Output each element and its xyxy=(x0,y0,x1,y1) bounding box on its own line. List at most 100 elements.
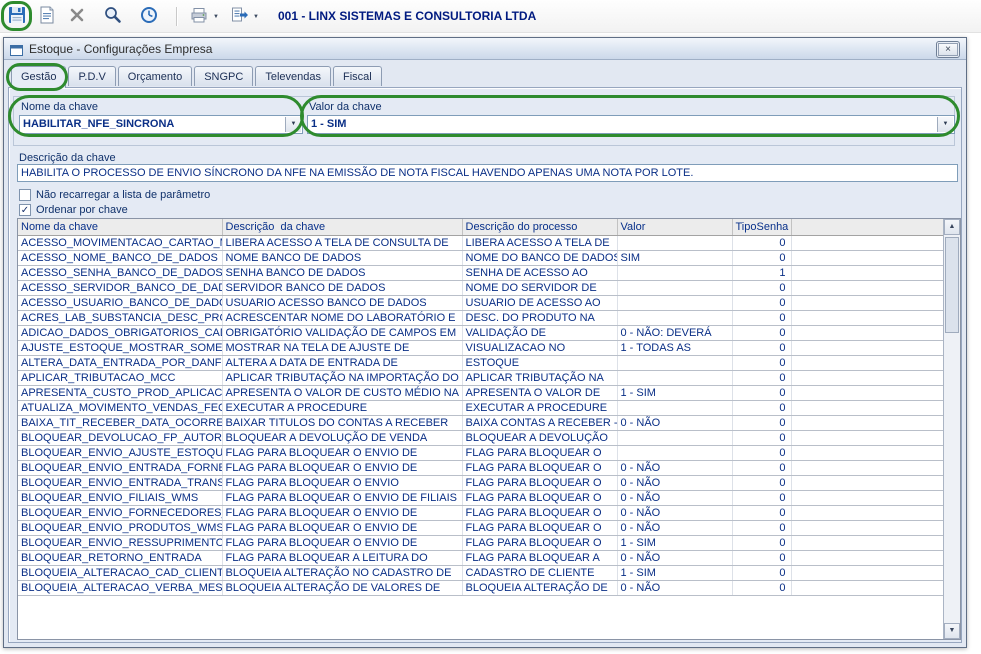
print-button[interactable] xyxy=(186,4,212,30)
cell: ACESSO_SERVIDOR_BANCO_DE_DAD xyxy=(18,280,223,296)
table-row[interactable]: ACESSO_USUARIO_BANCO_DE_DADC USUARIO ACES… xyxy=(18,295,943,311)
table-row[interactable]: ACESSO_MOVIMENTACAO_CARTAO_M LIBERA ACESS… xyxy=(18,235,943,251)
cell: 0 - NÃO: DEVERÁ xyxy=(617,325,733,341)
valor-da-chave-label: Valor da chave xyxy=(309,101,382,113)
table-row[interactable]: APRESENTA_CUSTO_PROD_APLICAC APRESENTA O … xyxy=(18,385,943,401)
cell: APRESENTA O VALOR DE CUSTO MÉDIO NA xyxy=(222,385,463,401)
cell: BLOQUEAR_ENVIO_FORNECEDORES_ xyxy=(18,505,223,521)
cell: 0 - NÃO xyxy=(617,475,733,491)
cell: USUARIO DE ACESSO AO xyxy=(462,295,618,311)
col-header-processo[interactable]: Descrição do processo xyxy=(462,219,618,236)
table-row[interactable]: BLOQUEAR_ENVIO_ENTRADA_FORNE FLAG PARA BL… xyxy=(18,460,943,476)
chevron-down-icon[interactable]: ▼ xyxy=(285,117,301,132)
valor-da-chave-combobox[interactable]: 1 - SIM ▼ xyxy=(307,115,955,134)
cell-filler xyxy=(791,310,943,326)
cell: FLAG PARA BLOQUEAR O ENVIO DE xyxy=(222,445,463,461)
checkbox-row-ordenar: ✓ Ordenar por chave xyxy=(19,203,128,216)
cell: FLAG PARA BLOQUEAR O xyxy=(462,520,618,536)
cell: FLAG PARA BLOQUEAR A LEITURA DO xyxy=(222,550,463,566)
cell: APRESENTA_CUSTO_PROD_APLICAC xyxy=(18,385,223,401)
col-header-nome[interactable]: Nome da chave xyxy=(18,219,223,236)
table-row[interactable]: BAIXA_TIT_RECEBER_DATA_OCORRE BAIXAR TITU… xyxy=(18,415,943,431)
table-row[interactable]: BLOQUEAR_ENVIO_ENTRADA_TRANS FLAG PARA BL… xyxy=(18,475,943,491)
reports-button[interactable] xyxy=(226,4,252,30)
cell: NOME DO BANCO DE DADOS xyxy=(462,250,618,266)
scroll-up-icon[interactable]: ▲ xyxy=(944,219,960,235)
col-header-filler xyxy=(791,219,943,236)
table-row[interactable]: APLICAR_TRIBUTACAO_MCC APLICAR TRIBUTAÇÃO… xyxy=(18,370,943,386)
table-row[interactable]: BLOQUEAR_ENVIO_PRODUTOS_WMS FLAG PARA BLO… xyxy=(18,520,943,536)
main-toolbar: ▼ ▼ 001 - LINX SISTEMAS E CONSULTORIA LT… xyxy=(0,0,981,33)
cell xyxy=(617,310,733,326)
window-titlebar[interactable]: Estoque - Configurações Empresa × xyxy=(4,38,966,60)
cell xyxy=(617,280,733,296)
table-row[interactable]: BLOQUEAR_RETORNO_ENTRADA FLAG PARA BLOQUE… xyxy=(18,550,943,566)
tab-sngpc[interactable]: SNGPC xyxy=(194,66,254,86)
cell-filler xyxy=(791,460,943,476)
table-row[interactable]: BLOQUEIA_ALTERACAO_CAD_CLIENT BLOQUEIA AL… xyxy=(18,565,943,581)
tab-fiscal[interactable]: Fiscal xyxy=(332,66,382,86)
history-button[interactable] xyxy=(136,4,162,30)
cell: 0 xyxy=(732,310,792,326)
table-row[interactable]: BLOQUEAR_ENVIO_FORNECEDORES_ FLAG PARA BL… xyxy=(18,505,943,521)
table-row[interactable]: BLOQUEAR_DEVOLUCAO_FP_AUTORI BLOQUEAR A D… xyxy=(18,430,943,446)
table-row[interactable]: BLOQUEAR_ENVIO_AJUSTE_ESTOQU FLAG PARA BL… xyxy=(18,445,943,461)
table-row[interactable]: ADICAO_DADOS_OBRIGATORIOS_CAD OBRIGATÓRIO… xyxy=(18,325,943,341)
tab-gestao[interactable]: Gestão xyxy=(11,66,67,88)
col-header-valor[interactable]: Valor xyxy=(617,219,733,236)
cell-filler xyxy=(791,430,943,446)
cell-filler xyxy=(791,520,943,536)
cell xyxy=(617,295,733,311)
table-row[interactable]: BLOQUEAR_ENVIO_FILIAIS_WMS FLAG PARA BLOQ… xyxy=(18,490,943,506)
cell: 0 xyxy=(732,340,792,356)
cell: SENHA BANCO DE DADOS xyxy=(222,265,463,281)
cell: SERVIDOR BANCO DE DADOS xyxy=(222,280,463,296)
cell: 0 xyxy=(732,325,792,341)
table-row[interactable]: BLOQUEIA_ALTERACAO_VERBA_MES BLOQUEIA ALT… xyxy=(18,580,943,596)
cell-filler xyxy=(791,535,943,551)
cell: 0 xyxy=(732,520,792,536)
scrollbar-thumb[interactable] xyxy=(945,237,959,333)
cell: FLAG PARA BLOQUEAR A xyxy=(462,550,618,566)
cell-filler xyxy=(791,235,943,251)
document-icon xyxy=(37,5,57,30)
table-row[interactable]: BLOQUEAR_ENVIO_RESSUPRIMENTO FLAG PARA BL… xyxy=(18,535,943,551)
table-row[interactable]: ACESSO_SENHA_BANCO_DE_DADOS SENHA BANCO D… xyxy=(18,265,943,281)
cell-filler xyxy=(791,400,943,416)
cell: ATUALIZA_MOVIMENTO_VENDAS_FEC xyxy=(18,400,223,416)
cell: FLAG PARA BLOQUEAR O ENVIO xyxy=(222,475,463,491)
close-button[interactable]: × xyxy=(938,43,958,56)
tab-orcamento[interactable]: Orçamento xyxy=(117,66,193,86)
grid-vertical-scrollbar[interactable]: ▲ ▼ xyxy=(943,219,960,639)
tab-pdv[interactable]: P.D.V xyxy=(68,66,116,86)
tab-televendas[interactable]: Televendas xyxy=(255,66,331,86)
cell: NOME DO SERVIDOR DE xyxy=(462,280,618,296)
cell: BLOQUEIA_ALTERACAO_VERBA_MES xyxy=(18,580,223,596)
nao-recarregar-checkbox[interactable] xyxy=(19,188,31,201)
nome-da-chave-combobox[interactable]: HABILITAR_NFE_SINCRONA ▼ xyxy=(19,115,303,134)
save-button[interactable] xyxy=(4,4,30,30)
cell: 0 xyxy=(732,295,792,311)
ordenar-por-chave-checkbox[interactable]: ✓ xyxy=(19,203,31,216)
table-row[interactable]: AJUSTE_ESTOQUE_MOSTRAR_SOME MOSTRAR NA TE… xyxy=(18,340,943,356)
cell: APLICAR TRIBUTAÇÃO NA IMPORTAÇÃO DO xyxy=(222,370,463,386)
table-row[interactable]: ALTERA_DATA_ENTRADA_POR_DANF ALTERA A DAT… xyxy=(18,355,943,371)
table-row[interactable]: ACESSO_SERVIDOR_BANCO_DE_DAD SERVIDOR BAN… xyxy=(18,280,943,296)
descricao-da-chave-field[interactable]: HABILITA O PROCESSO DE ENVIO SÍNCRONO DA… xyxy=(17,164,958,182)
delete-button[interactable] xyxy=(64,4,90,30)
cell: ACESSO_MOVIMENTACAO_CARTAO_M xyxy=(18,235,223,251)
print-dropdown-arrow-icon[interactable]: ▼ xyxy=(210,11,222,23)
cell: BLOQUEAR_RETORNO_ENTRADA xyxy=(18,550,223,566)
table-row[interactable]: ACESSO_NOME_BANCO_DE_DADOS NOME BANCO DE … xyxy=(18,250,943,266)
scroll-down-icon[interactable]: ▼ xyxy=(944,623,960,639)
table-row[interactable]: ACRES_LAB_SUBSTANCIA_DESC_PRO ACRESCENTAR… xyxy=(18,310,943,326)
search-button[interactable] xyxy=(100,4,126,30)
table-row[interactable]: ATUALIZA_MOVIMENTO_VENDAS_FEC EXECUTAR A … xyxy=(18,400,943,416)
cell: APRESENTA O VALOR DE xyxy=(462,385,618,401)
chevron-down-icon[interactable]: ▼ xyxy=(937,117,953,132)
col-header-tiposenha[interactable]: TipoSenha xyxy=(732,219,792,236)
document-button[interactable] xyxy=(34,4,60,30)
col-header-descricao[interactable]: Descrição da chave xyxy=(222,219,463,236)
reports-dropdown-arrow-icon[interactable]: ▼ xyxy=(250,11,262,23)
cell: FLAG PARA BLOQUEAR O xyxy=(462,490,618,506)
